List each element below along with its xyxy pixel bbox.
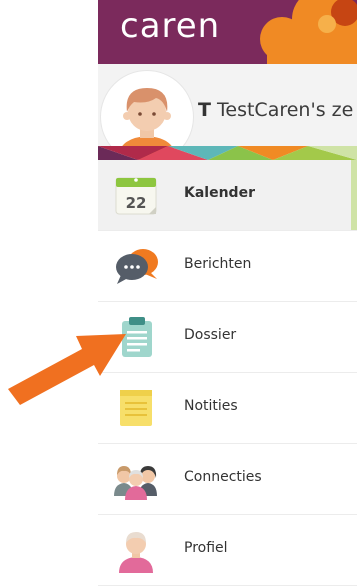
calendar-icon: 22 (115, 177, 157, 215)
menu-label-dossier: Dossier (184, 327, 237, 343)
main-menu: 22 Kalender Berichten Dossier Notities C… (98, 160, 357, 586)
active-indicator (351, 160, 357, 230)
menu-label-berichten: Berichten (184, 256, 252, 272)
menu-item-dossier[interactable]: Dossier (98, 302, 357, 373)
menu-item-berichten[interactable]: Berichten (98, 231, 357, 302)
user-profile-icon (119, 532, 153, 573)
menu-label-kalender: Kalender (184, 185, 255, 201)
cloud-decoration-icon (260, 0, 357, 64)
people-group-icon (114, 466, 157, 500)
menu-item-profiel[interactable]: Profiel (98, 515, 357, 586)
caren-logo[interactable]: caren (120, 6, 220, 46)
pointer-arrow-annotation (8, 334, 126, 405)
menu-item-connecties[interactable]: Connecties (98, 444, 357, 515)
color-ribbon-decoration (98, 146, 357, 160)
menu-item-notities[interactable]: Notities (98, 373, 357, 444)
menu-item-kalender[interactable]: 22 Kalender (98, 160, 357, 231)
profile-name[interactable]: T TestCaren's ze (198, 99, 353, 121)
menu-label-notities: Notities (184, 398, 238, 414)
chat-bubbles-icon (116, 249, 158, 284)
calendar-day-number: 22 (126, 194, 147, 212)
menu-label-profiel: Profiel (184, 540, 228, 556)
app-sidebar: caren T TestCaren's ze 22 Kalender Beric… (98, 0, 357, 586)
menu-label-connecties: Connecties (184, 469, 262, 485)
top-bar: caren (98, 0, 357, 64)
